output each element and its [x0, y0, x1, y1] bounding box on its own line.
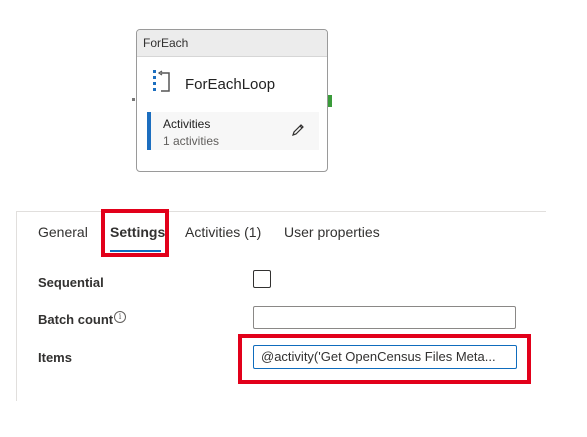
sequential-checkbox[interactable]: [253, 270, 271, 288]
info-icon[interactable]: i: [114, 311, 126, 323]
tab-user-properties[interactable]: User properties: [284, 224, 380, 240]
foreach-activity-card[interactable]: ForEach ForEachLoop Activities 1 activit…: [136, 29, 328, 172]
success-output-connector[interactable]: [328, 95, 332, 107]
pencil-icon[interactable]: [291, 123, 305, 142]
input-connector[interactable]: [132, 98, 135, 101]
panel-left-border: [16, 211, 17, 401]
panel-divider: [16, 211, 546, 212]
foreach-loop-icon: [151, 69, 173, 100]
tab-general[interactable]: General: [38, 224, 88, 240]
inner-activities-box[interactable]: Activities 1 activities: [147, 112, 319, 150]
activities-count: 1 activities: [163, 134, 220, 148]
activities-label: Activities: [163, 117, 211, 131]
tab-activities[interactable]: Activities (1): [185, 224, 261, 240]
settings-tab-highlight-box: [101, 209, 169, 257]
activity-title-row: ForEachLoop: [151, 69, 276, 100]
sequential-label: Sequential: [38, 275, 104, 290]
activity-type-header: ForEach: [137, 30, 327, 57]
activity-name: ForEachLoop: [185, 75, 276, 93]
items-label: Items: [38, 350, 72, 365]
items-highlight-box: [238, 334, 531, 384]
batch-count-label: Batch count: [38, 312, 114, 327]
batch-count-input[interactable]: [253, 306, 516, 329]
